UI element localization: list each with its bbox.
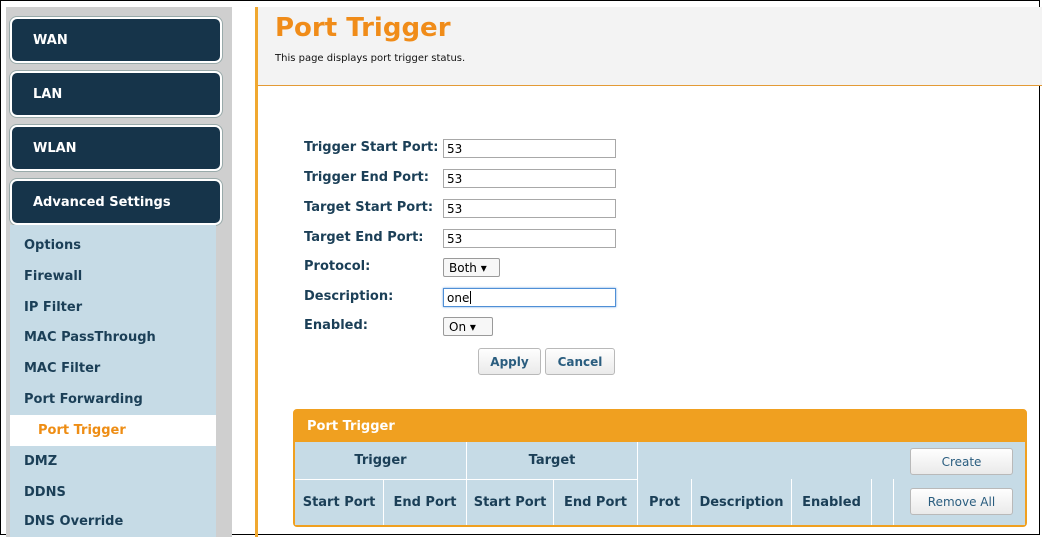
nav-lan-label: LAN	[33, 86, 63, 102]
apply-button[interactable]: Apply	[478, 348, 541, 375]
page-header: Port Trigger This page displays port tri…	[258, 7, 1042, 86]
target-end-port-input[interactable]: 53	[443, 229, 616, 248]
col-target-end-port: End Port	[563, 495, 628, 510]
col-trigger-end-port: End Port	[393, 495, 457, 510]
table-title: Port Trigger	[307, 419, 395, 434]
nav-lan[interactable]: LAN	[10, 71, 222, 117]
sidebar-item-firewall[interactable]: Firewall	[10, 261, 216, 292]
sidebar-item-port-trigger[interactable]: Port Trigger	[10, 415, 216, 446]
nav-wan-label: WAN	[33, 32, 68, 48]
nav-wlan-label: WLAN	[33, 140, 77, 156]
description-value: one	[447, 290, 470, 305]
page-subtitle: This page displays port trigger status.	[275, 53, 466, 64]
protocol-label: Protocol:	[304, 259, 371, 274]
sidebar-item-label: Firewall	[24, 269, 83, 284]
sidebar-item-label: Port Forwarding	[24, 392, 143, 407]
sidebar-item-label: IP Filter	[24, 300, 83, 315]
trigger-start-port-input[interactable]: 53	[443, 139, 616, 158]
sidebar-item-port-forwarding[interactable]: Port Forwarding	[10, 384, 216, 415]
col-description: Description	[699, 495, 784, 510]
sidebar-item-label: DMZ	[24, 454, 58, 469]
sidebar-item-mac-filter[interactable]: MAC Filter	[10, 353, 216, 384]
nav-advanced-settings[interactable]: Advanced Settings	[10, 179, 222, 225]
nav-advanced-settings-label: Advanced Settings	[33, 194, 171, 210]
remove-all-button[interactable]: Remove All	[910, 488, 1013, 515]
trigger-end-port-label: Trigger End Port:	[304, 170, 429, 185]
sidebar-item-label: MAC Filter	[24, 361, 101, 376]
cancel-button[interactable]: Cancel	[545, 348, 615, 375]
description-label: Description:	[304, 289, 394, 304]
enabled-label: Enabled:	[304, 318, 368, 333]
sidebar-item-label: DDNS	[24, 485, 66, 500]
table-divider	[871, 479, 872, 525]
target-start-port-input[interactable]: 53	[443, 199, 616, 218]
table-divider	[893, 479, 894, 525]
sidebar-item-mac-passthrough[interactable]: MAC PassThrough	[10, 322, 216, 353]
nav-wan[interactable]: WAN	[10, 17, 222, 63]
port-trigger-table: Trigger Target Start Port End Port Start…	[295, 442, 1025, 525]
page-title: Port Trigger	[275, 13, 451, 43]
text-cursor	[470, 291, 472, 304]
content-left-border	[255, 7, 258, 537]
sidebar-item-ip-filter[interactable]: IP Filter	[10, 292, 216, 323]
enabled-select[interactable]: On ▾	[443, 317, 493, 336]
sidebar-item-dns-override[interactable]: DNS Override	[10, 506, 216, 537]
trigger-start-port-label: Trigger Start Port:	[304, 140, 439, 155]
col-protocol: Prot	[648, 495, 681, 510]
col-enabled: Enabled	[802, 495, 861, 510]
col-target-start-port: Start Port	[473, 495, 547, 510]
target-end-port-label: Target End Port:	[304, 230, 424, 245]
table-group-target: Target	[528, 453, 576, 468]
protocol-select[interactable]: Both ▾	[443, 258, 500, 277]
sidebar-item-label: Port Trigger	[38, 423, 126, 438]
port-trigger-table-panel: Port Trigger Trigger Target Start Port E…	[293, 409, 1027, 527]
sidebar-item-label: Options	[24, 238, 81, 253]
target-start-port-label: Target Start Port:	[304, 200, 434, 215]
nav-wlan[interactable]: WLAN	[10, 125, 222, 171]
create-button[interactable]: Create	[910, 448, 1013, 475]
table-group-trigger: Trigger	[354, 453, 407, 468]
sidebar-item-ddns[interactable]: DDNS	[10, 477, 216, 508]
sidebar-item-label: MAC PassThrough	[24, 330, 156, 345]
trigger-end-port-input[interactable]: 53	[443, 169, 616, 188]
col-trigger-start-port: Start Port	[302, 495, 376, 510]
description-input[interactable]: one	[443, 288, 616, 307]
sidebar-item-options[interactable]: Options	[10, 230, 216, 261]
sidebar-item-label: DNS Override	[24, 514, 124, 529]
sidebar-item-dmz[interactable]: DMZ	[10, 446, 216, 477]
